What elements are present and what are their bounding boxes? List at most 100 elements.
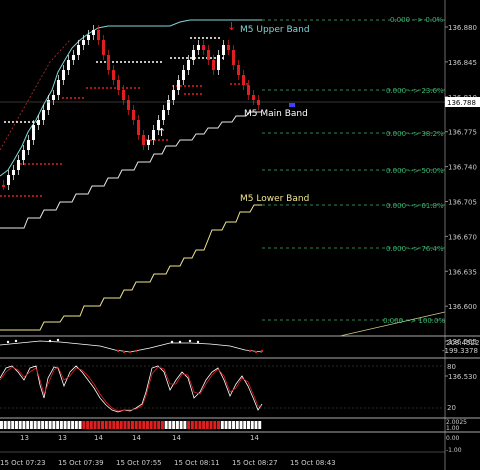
candle — [167, 100, 170, 110]
candle — [207, 50, 210, 60]
main-price-panel[interactable]: ↓ ↑ — [0, 19, 295, 331]
histogram-bar — [67, 421, 71, 429]
fibonacci-levels: 0.000 --> 0.0% 0.000 --> 23.6% 0.000 -->… — [262, 16, 445, 337]
current-price-label: 136.788 — [447, 99, 476, 107]
candle — [177, 80, 180, 90]
histogram-bar — [56, 421, 60, 429]
candle — [2, 185, 5, 187]
histogram-bar — [224, 421, 228, 429]
candle — [252, 95, 255, 100]
fib-label-38: 0.000 --> 38.2% — [386, 130, 444, 138]
indicator-panel-3[interactable]: 2.0025 1.00 0.00 -1.00 — [0, 419, 467, 454]
histogram-bar — [235, 421, 239, 429]
histogram-bar — [74, 421, 78, 429]
indicator1-min: -199.3378 — [442, 347, 478, 355]
candle — [52, 95, 55, 100]
price-tick-label: 136.530 — [448, 373, 477, 381]
candle — [247, 85, 250, 95]
candle — [92, 30, 95, 35]
time-axis[interactable]: 15 Oct 07:23 15 Oct 07:39 15 Oct 07:55 1… — [0, 451, 445, 467]
indicator3-label-3: -1.00 — [446, 447, 462, 454]
sell-arrow-icon[interactable]: ↓ — [227, 20, 236, 33]
histogram-bar — [71, 421, 75, 429]
candle — [102, 40, 105, 55]
indicator-panel-2[interactable]: 80 20 — [0, 363, 456, 413]
histogram-bar — [172, 421, 176, 429]
histogram-bar — [198, 421, 202, 429]
candle — [172, 90, 175, 100]
price-tick-label: 136.635 — [448, 268, 477, 276]
candle — [87, 35, 90, 40]
histogram-bar — [220, 421, 224, 429]
upper-band-label: M5 Upper Band — [240, 25, 310, 35]
histogram-bar — [258, 421, 262, 429]
histogram-bar — [78, 421, 82, 429]
histogram-bar — [131, 421, 134, 429]
candle — [27, 140, 30, 150]
histogram-bar — [89, 421, 93, 429]
histogram-bar — [11, 421, 15, 429]
fib-label-23: 0.000 --> 23.6% — [386, 87, 444, 95]
candle — [42, 110, 45, 120]
fib-label-0: 0.000 --> 0.0% — [390, 16, 444, 24]
price-tick-label: 136.845 — [448, 59, 477, 67]
histogram-bar — [250, 421, 254, 429]
histogram-bar — [183, 421, 187, 429]
histogram-bar — [194, 421, 198, 429]
main-band-line — [0, 111, 262, 229]
time-label: 15 Oct 07:55 — [116, 459, 162, 467]
time-label: 15 Oct 08:11 — [174, 459, 220, 467]
candle — [122, 90, 125, 100]
histogram-bar — [37, 421, 41, 429]
stoch-main-line — [0, 365, 263, 413]
histogram-bar — [101, 421, 104, 429]
indicator3-label-2: 0.00 — [446, 435, 460, 442]
candle — [107, 55, 110, 70]
fib-label-61: 0.000 --> 61.8% — [386, 202, 444, 210]
candle — [37, 120, 40, 125]
candle — [162, 110, 165, 120]
time-label: 15 Oct 08:27 — [232, 459, 278, 467]
histogram-bar — [18, 421, 22, 429]
histogram-bar — [52, 421, 56, 429]
histogram-bar — [97, 421, 101, 429]
histogram-bar — [142, 421, 146, 429]
bar-label: 13 — [58, 434, 67, 442]
lower-band-label: M5 Lower Band — [240, 194, 309, 204]
histogram-bar — [190, 421, 194, 429]
histogram-bar — [86, 421, 90, 429]
bar-label: 14 — [94, 434, 103, 442]
indicator-panel-1[interactable]: 208.4522 -199.3378 — [0, 338, 479, 355]
histogram-bar — [134, 421, 138, 429]
histogram-bar — [175, 421, 179, 429]
candle — [112, 70, 115, 80]
candle — [137, 120, 140, 135]
histogram-bar — [232, 421, 235, 429]
buy-arrow-icon[interactable]: ↑ — [157, 126, 166, 139]
histogram-bar — [29, 421, 33, 429]
histogram-bar — [138, 421, 142, 429]
stoch-top-label: 80 — [447, 363, 456, 371]
histogram-bar — [153, 421, 157, 429]
trading-chart[interactable]: ↓ ↑ 0.000 --> 0.0% 0.000 --> 23.6% 0.000… — [0, 0, 480, 470]
candle — [22, 150, 25, 160]
price-tick-label: 136.880 — [448, 24, 477, 32]
histogram-bar — [217, 421, 221, 429]
histogram-bar — [239, 421, 243, 429]
fib-label-76: 0.000 --> 76.4% — [386, 245, 444, 253]
candle — [57, 80, 60, 95]
main-band-label: M5 Main Band — [244, 109, 308, 119]
candle — [97, 30, 100, 40]
candle — [152, 130, 155, 140]
candle — [17, 160, 20, 170]
price-axis[interactable]: 136.880136.845136.810136.775136.740136.7… — [444, 0, 480, 470]
candle — [242, 75, 245, 85]
candle — [192, 50, 195, 60]
price-tick-label: 136.740 — [448, 164, 477, 172]
candle — [12, 170, 15, 175]
histogram-bar — [14, 421, 18, 429]
candle — [202, 45, 205, 50]
bar-count-labels: 13 13 14 14 14 14 — [20, 434, 259, 442]
histogram-bar — [179, 421, 183, 429]
indicator3-label-1: 1.00 — [446, 425, 460, 432]
